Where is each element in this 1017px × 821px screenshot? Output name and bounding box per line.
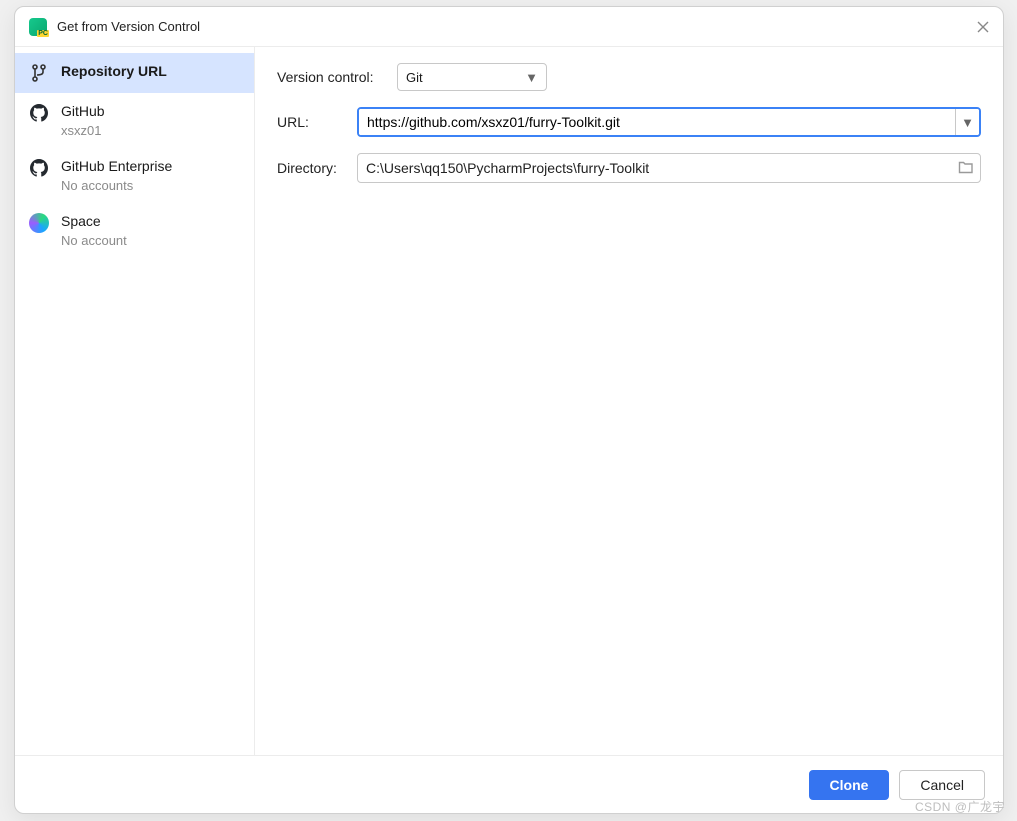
pycharm-icon [29,18,47,36]
cancel-button[interactable]: Cancel [899,770,985,800]
directory-field[interactable]: C:\Users\qq150\PycharmProjects\furry-Too… [357,153,981,183]
sidebar-item-github[interactable]: GitHub xsxz01 [15,93,254,148]
chevron-down-icon: ▼ [961,115,974,130]
branch-icon [29,63,49,83]
vcs-select-value: Git [406,70,423,85]
sidebar-item-sub: xsxz01 [61,123,105,138]
url-input[interactable] [359,109,955,135]
github-icon [29,158,49,178]
github-icon [29,103,49,123]
clone-button[interactable]: Clone [809,770,890,800]
close-button[interactable] [973,17,993,37]
dialog-body: Repository URL GitHub xsxz01 GitHub Ente… [15,47,1003,755]
close-icon [977,21,989,33]
titlebar: Get from Version Control [15,7,1003,47]
dialog-title: Get from Version Control [57,19,200,34]
directory-value: C:\Users\qq150\PycharmProjects\furry-Too… [366,160,958,176]
sidebar-item-label: GitHub Enterprise [61,158,172,174]
url-label: URL: [277,114,349,130]
sidebar-item-label: Space [61,213,127,229]
url-field-wrap: ▼ [357,107,981,137]
sidebar-item-space[interactable]: Space No account [15,203,254,258]
sidebar-item-sub: No account [61,233,127,248]
vcs-select[interactable]: Git ▼ [397,63,547,91]
sidebar-item-github-enterprise[interactable]: GitHub Enterprise No accounts [15,148,254,203]
chevron-down-icon: ▼ [525,70,538,85]
folder-icon[interactable] [958,160,974,177]
sidebar-item-sub: No accounts [61,178,172,193]
vcs-label: Version control: [277,69,389,85]
space-icon [29,213,49,233]
sidebar: Repository URL GitHub xsxz01 GitHub Ente… [15,47,255,755]
sidebar-item-label: GitHub [61,103,105,119]
main-panel: Version control: Git ▼ URL: ▼ Directory: [255,47,1003,755]
directory-label: Directory: [277,160,349,176]
vcs-dialog: Get from Version Control Repository URL … [14,6,1004,814]
sidebar-item-repository-url[interactable]: Repository URL [15,53,254,93]
sidebar-item-label: Repository URL [61,63,167,79]
url-history-button[interactable]: ▼ [955,109,979,135]
dialog-footer: Clone Cancel [15,755,1003,813]
